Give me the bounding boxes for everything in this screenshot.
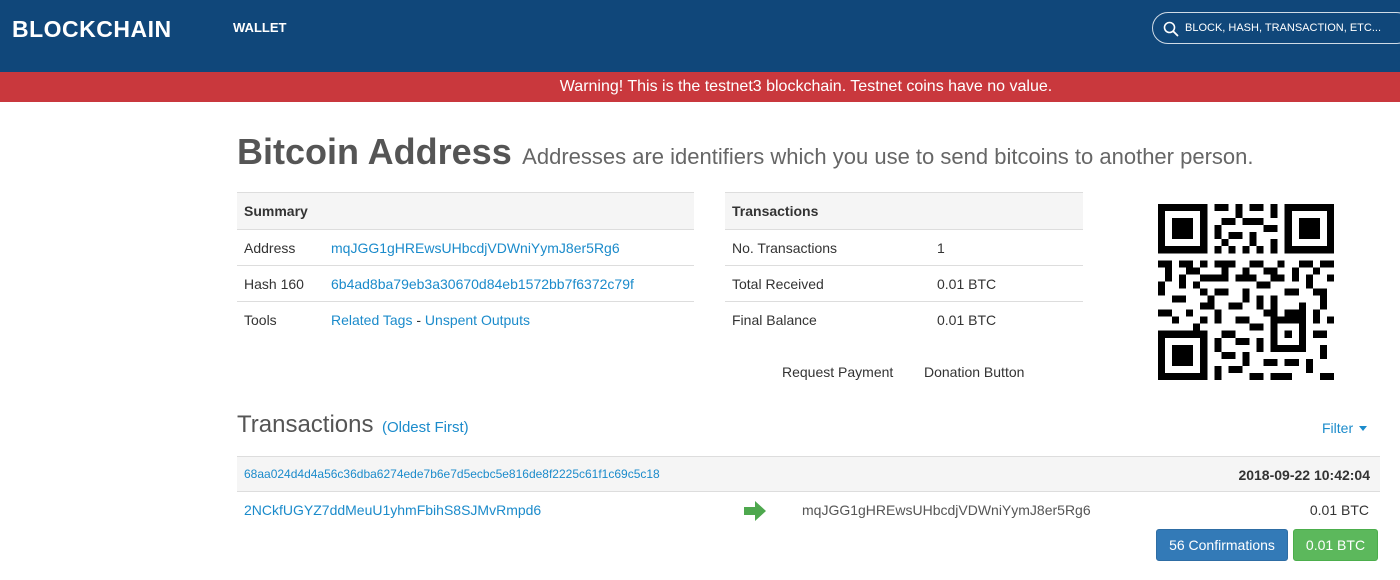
caret-down-icon (1359, 426, 1368, 432)
nav-wallet-link[interactable]: WALLET (233, 20, 286, 35)
page-heading: Bitcoin Address Addresses are identifier… (237, 131, 1253, 173)
summary-row-hash160: Hash 160 6b4ad8ba79eb3a30670d84eb1572bb7… (237, 265, 694, 302)
txsum-row-received: Total Received 0.01 BTC (725, 265, 1083, 302)
arrow-right-icon (744, 501, 766, 521)
search-box[interactable] (1152, 12, 1400, 44)
transactions-heading: Transactions (Oldest First) (237, 411, 469, 439)
final-balance-value: 0.01 BTC (937, 301, 1083, 338)
total-received-value: 0.01 BTC (937, 265, 1083, 302)
transaction-total-button[interactable]: 0.01 BTC (1293, 529, 1378, 561)
related-tags-link[interactable]: Related Tags (331, 312, 412, 328)
search-input[interactable] (1185, 17, 1395, 39)
tools-label: Tools (237, 301, 331, 338)
transaction-hash-link[interactable]: 68aa024d4d4a56c36dba6274ede7b6e7d5ecbc5e… (244, 467, 660, 481)
transaction-output-amount: 0.01 BTC (1309, 502, 1369, 518)
summary-row-address: Address mqJGG1gHREwsUHbcdjVDWniYymJ8er5R… (237, 229, 694, 266)
transactions-title: Transactions (237, 411, 374, 438)
hash160-label: Hash 160 (237, 265, 331, 302)
tools-separator: - (412, 311, 425, 328)
confirmations-button[interactable]: 56 Confirmations (1156, 529, 1288, 561)
summary-row-tools: Tools Related Tags - Unspent Outputs (237, 301, 694, 338)
qr-code-icon (1158, 204, 1334, 380)
transaction-time: 2018-09-22 10:42:04 (1238, 467, 1370, 483)
oldest-first-link[interactable]: (Oldest First) (382, 419, 469, 436)
testnet-warning-banner: Warning! This is the testnet3 blockchain… (0, 72, 1400, 102)
txsum-row-count: No. Transactions 1 (725, 229, 1083, 266)
no-transactions-value: 1 (937, 229, 1083, 266)
filter-dropdown[interactable]: Filter (1322, 420, 1368, 436)
summary-table: Summary Address mqJGG1gHREwsUHbcdjVDWniY… (237, 192, 694, 338)
total-received-label: Total Received (725, 265, 937, 302)
top-navbar: BLOCKCHAIN WALLET (0, 0, 1400, 72)
filter-label: Filter (1322, 420, 1354, 436)
final-balance-label: Final Balance (725, 301, 937, 338)
transaction-to-address: mqJGG1gHREwsUHbcdjVDWniYymJ8er5Rg6 (802, 502, 1091, 518)
txsum-row-balance: Final Balance 0.01 BTC (725, 301, 1083, 338)
transactions-summary-header: Transactions (725, 192, 1083, 230)
address-link[interactable]: mqJGG1gHREwsUHbcdjVDWniYymJ8er5Rg6 (331, 240, 620, 256)
summary-header: Summary (237, 192, 694, 230)
address-label: Address (237, 229, 331, 266)
page-title: Bitcoin Address (237, 131, 512, 172)
no-transactions-label: No. Transactions (725, 229, 937, 266)
page-subtitle: Addresses are identifiers which you use … (522, 144, 1254, 169)
request-payment-link[interactable]: Request Payment (782, 364, 893, 380)
unspent-outputs-link[interactable]: Unspent Outputs (425, 312, 530, 328)
donation-button-link[interactable]: Donation Button (924, 364, 1024, 380)
hash160-link[interactable]: 6b4ad8ba79eb3a30670d84eb1572bb7f6372c79f (331, 276, 634, 292)
logo[interactable]: BLOCKCHAIN (12, 16, 172, 43)
transactions-summary-table: Transactions No. Transactions 1 Total Re… (725, 192, 1083, 338)
search-icon (1163, 21, 1179, 37)
transaction-header-row: 68aa024d4d4a56c36dba6274ede7b6e7d5ecbc5e… (237, 456, 1380, 492)
transaction-from-address[interactable]: 2NCkfUGYZ7ddMeuU1yhmFbihS8SJMvRmpd6 (244, 502, 541, 518)
warning-text: Warning! This is the testnet3 blockchain… (559, 78, 1053, 95)
